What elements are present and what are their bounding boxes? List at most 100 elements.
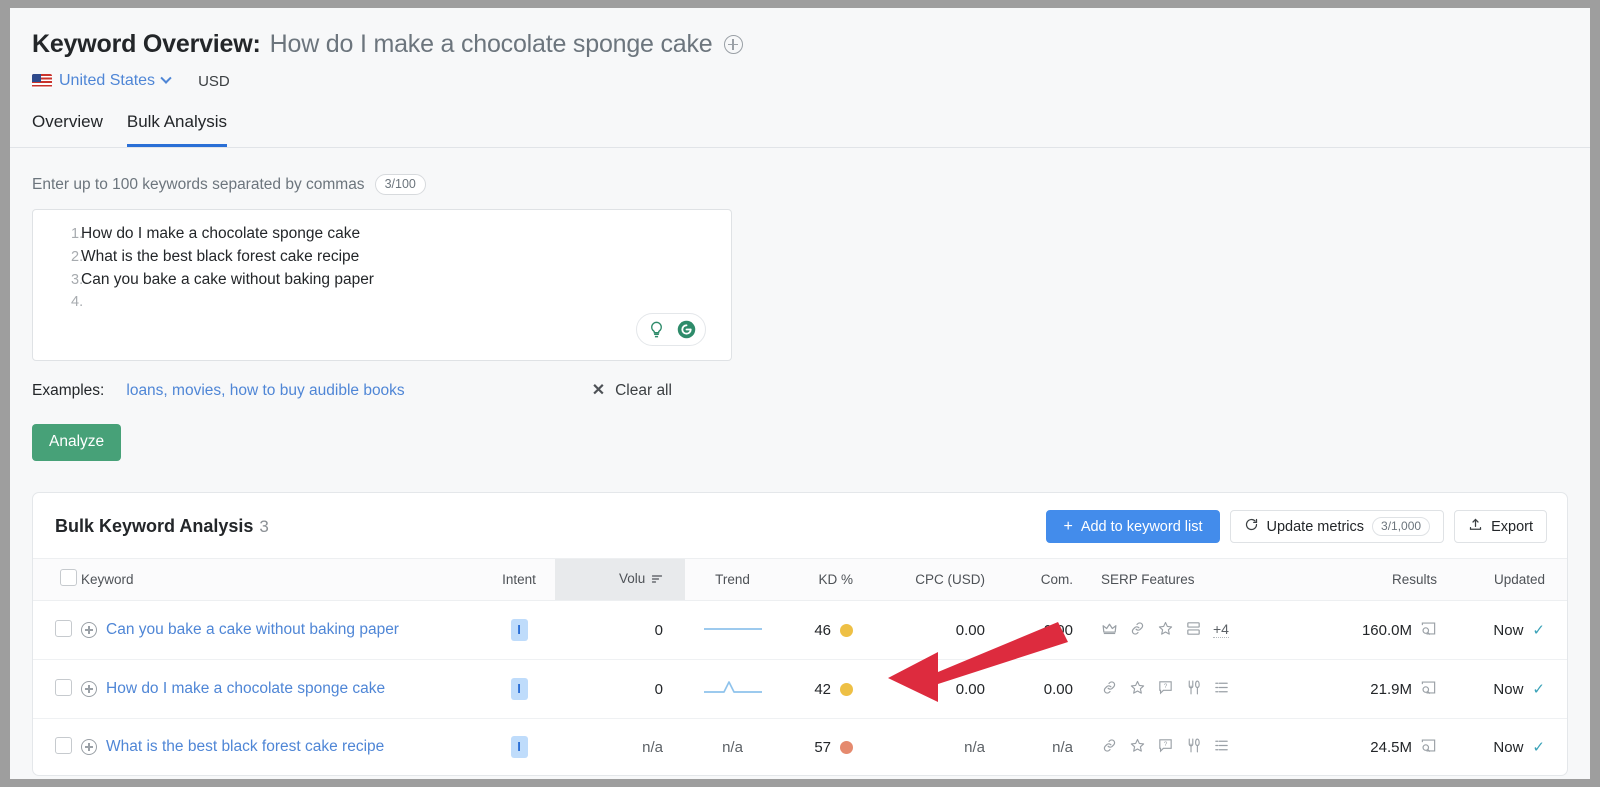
update-metrics-button[interactable]: Update metrics 3/1,000: [1230, 510, 1445, 543]
row-updated-cell: Now ✓: [1447, 660, 1567, 719]
table-row[interactable]: What is the best black forest cake recip…: [33, 719, 1567, 776]
row-checkbox[interactable]: [55, 620, 72, 637]
add-to-keyword-list-button[interactable]: + Add to keyword list: [1046, 510, 1219, 543]
list-item[interactable]: 3. Can you bake a cake without baking pa…: [47, 271, 717, 294]
list-item-empty[interactable]: 4.: [47, 294, 717, 317]
country-label[interactable]: United States: [59, 72, 155, 90]
kd-difficulty-dot: [840, 741, 853, 754]
keyword-table: Keyword Intent Volu Trend KD % CPC (USD)…: [33, 558, 1567, 775]
update-metrics-quota: 3/1,000: [1372, 517, 1430, 536]
analyze-button[interactable]: Analyze: [32, 424, 121, 461]
row-trend-cell: [685, 601, 780, 660]
link-icon[interactable]: [1129, 620, 1146, 641]
restaurant-icon[interactable]: [1185, 737, 1202, 758]
updated-value: Now: [1493, 622, 1523, 639]
row-volume-cell: n/a: [555, 719, 685, 776]
serp-preview-icon[interactable]: [1420, 738, 1437, 757]
column-trend[interactable]: Trend: [685, 559, 780, 601]
crown-icon[interactable]: [1101, 620, 1118, 641]
refresh-icon: [1244, 517, 1259, 536]
tab-overview[interactable]: Overview: [32, 111, 103, 147]
column-volume[interactable]: Volu: [555, 559, 685, 601]
column-cpc[interactable]: CPC (USD): [885, 559, 1005, 601]
clear-all-button[interactable]: ✕ Clear all: [592, 382, 672, 400]
list-item[interactable]: 2. What is the best black forest cake re…: [47, 248, 717, 271]
column-kd[interactable]: KD %: [780, 559, 885, 601]
add-keyword-icon[interactable]: [81, 681, 97, 697]
page-title: Keyword Overview: How do I make a chocol…: [32, 30, 1590, 59]
row-cpc-cell: 0.00: [885, 660, 1005, 719]
add-keyword-icon[interactable]: [81, 739, 97, 755]
kd-difficulty-dot: [840, 683, 853, 696]
serp-preview-icon[interactable]: [1420, 621, 1437, 640]
status-badge[interactable]: I: [511, 619, 528, 641]
layout-icon[interactable]: [1185, 620, 1202, 641]
database-selector[interactable]: United States USD: [32, 72, 1590, 90]
question-box-icon[interactable]: ?: [1157, 737, 1174, 758]
keyword-link[interactable]: Can you bake a cake without baking paper: [106, 621, 399, 639]
serp-preview-icon[interactable]: [1420, 680, 1437, 699]
results-header: Bulk Keyword Analysis 3 + Add to keyword…: [33, 493, 1567, 558]
column-com[interactable]: Com.: [1005, 559, 1087, 601]
plus-circle-icon[interactable]: [724, 35, 743, 54]
line-number: 2.: [47, 249, 81, 265]
kd-value: 57: [814, 739, 831, 756]
column-results[interactable]: Results: [1297, 559, 1447, 601]
serp-features-more[interactable]: +4: [1213, 622, 1229, 638]
table-header-row: Keyword Intent Volu Trend KD % CPC (USD)…: [33, 559, 1567, 601]
row-checkbox[interactable]: [55, 737, 72, 754]
kd-difficulty-dot: [840, 624, 853, 637]
refresh-circle-icon[interactable]: [671, 315, 701, 345]
star-icon[interactable]: [1129, 737, 1146, 758]
star-icon[interactable]: [1157, 620, 1174, 641]
restaurant-icon[interactable]: [1185, 679, 1202, 700]
row-keyword-cell: How do I make a chocolate sponge cake: [81, 660, 483, 719]
example-keywords-link[interactable]: loans, movies, how to buy audible books: [126, 382, 404, 400]
link-icon[interactable]: [1101, 737, 1118, 758]
row-select-cell: [33, 660, 81, 719]
status-badge[interactable]: I: [511, 736, 528, 758]
currency-label: USD: [198, 73, 230, 90]
column-serp-features[interactable]: SERP Features: [1087, 559, 1297, 601]
select-all-checkbox[interactable]: [60, 569, 77, 586]
keyword-link[interactable]: What is the best black forest cake recip…: [106, 738, 384, 756]
trend-sparkline-flat: [702, 618, 764, 638]
input-hint-row: Enter up to 100 keywords separated by co…: [32, 174, 1590, 195]
question-box-icon[interactable]: ?: [1157, 679, 1174, 700]
list-icon[interactable]: [1213, 679, 1230, 700]
trend-sparkline-peak: [702, 677, 764, 697]
line-number: 4.: [47, 294, 81, 310]
line-number: 3.: [47, 272, 81, 288]
row-results-cell: 21.9M: [1297, 660, 1447, 719]
list-item[interactable]: 1. How do I make a chocolate sponge cake: [47, 225, 717, 248]
add-keyword-icon[interactable]: [81, 622, 97, 638]
status-badge[interactable]: I: [511, 678, 528, 700]
export-button[interactable]: Export: [1454, 510, 1547, 543]
row-serp-cell: +4: [1087, 601, 1297, 660]
examples-row: Examples: loans, movies, how to buy audi…: [32, 382, 1590, 400]
row-checkbox[interactable]: [55, 679, 72, 696]
column-keyword[interactable]: Keyword: [81, 559, 483, 601]
clear-all-label: Clear all: [615, 382, 672, 400]
chevron-down-icon[interactable]: [160, 73, 171, 84]
link-icon[interactable]: [1101, 679, 1118, 700]
keyword-link[interactable]: How do I make a chocolate sponge cake: [106, 680, 385, 698]
keywords-textarea[interactable]: 1. How do I make a chocolate sponge cake…: [32, 209, 732, 361]
row-kd-cell: 57: [780, 719, 885, 776]
column-intent[interactable]: Intent: [483, 559, 555, 601]
lightbulb-icon[interactable]: [641, 315, 671, 345]
tab-bar: Overview Bulk Analysis: [10, 111, 1590, 148]
column-select-all: [33, 559, 81, 601]
page-header: Keyword Overview: How do I make a chocol…: [10, 8, 1590, 90]
star-icon[interactable]: [1129, 679, 1146, 700]
keyword-text: How do I make a chocolate sponge cake: [81, 225, 360, 243]
row-serp-cell: ?: [1087, 660, 1297, 719]
column-updated[interactable]: Updated: [1447, 559, 1567, 601]
page-title-keyword: How do I make a chocolate sponge cake: [270, 30, 713, 59]
table-row[interactable]: Can you bake a cake without baking paper…: [33, 601, 1567, 660]
row-kd-cell: 46: [780, 601, 885, 660]
us-flag-icon: [32, 74, 52, 88]
table-row[interactable]: How do I make a chocolate sponge cake I …: [33, 660, 1567, 719]
list-icon[interactable]: [1213, 737, 1230, 758]
tab-bulk-analysis[interactable]: Bulk Analysis: [127, 111, 227, 147]
